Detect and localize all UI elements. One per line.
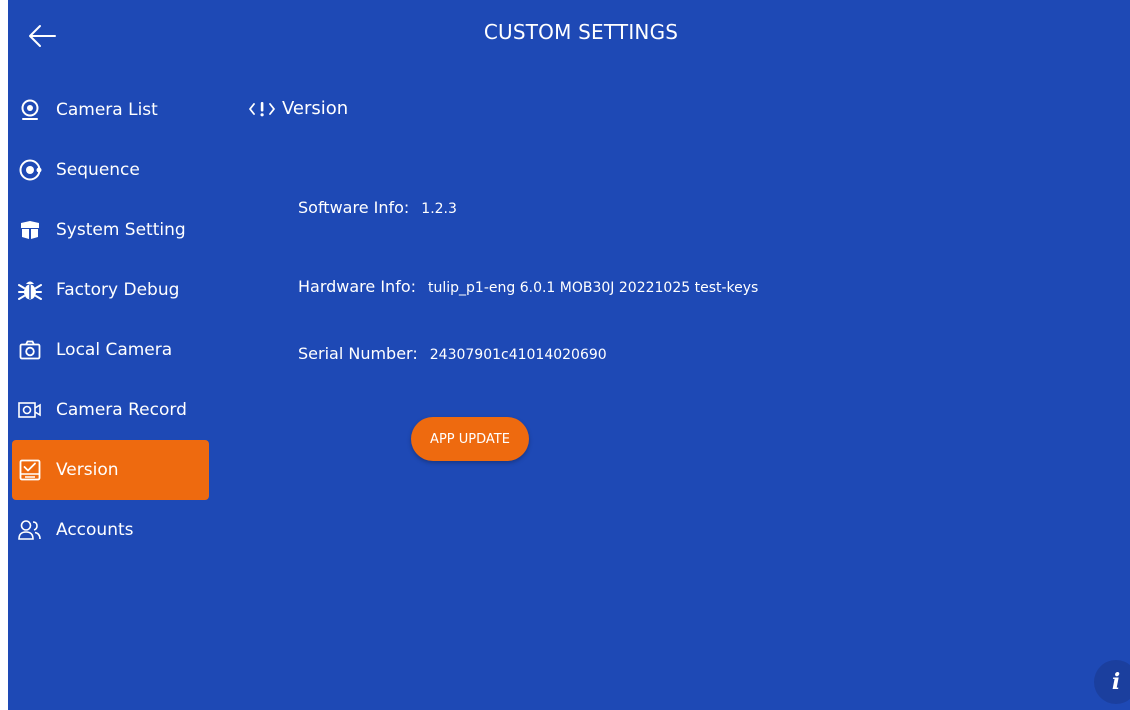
webcam-icon [18,98,42,122]
camera-icon [18,338,42,362]
sidebar-item-label: Camera Record [56,400,187,420]
sidebar-item-label: Accounts [56,520,134,540]
bug-icon [18,278,42,302]
sidebar-item-label: Local Camera [56,340,173,360]
software-info-label: Software Info: [298,198,410,217]
serial-number-row: Serial Number: 24307901c41014020690 [298,344,607,363]
software-info-value: 1.2.3 [421,201,457,217]
settings-screen: CUSTOM SETTINGS Camera List Sequence Sys… [8,0,1130,710]
sidebar-item-label: System Setting [56,220,186,240]
software-info-row: Software Info: 1.2.3 [298,198,457,217]
code-warning-icon [248,101,276,117]
sidebar-item-label: Sequence [56,160,140,180]
sidebar-item-camera-list[interactable]: Camera List [12,80,209,140]
app-update-button[interactable]: APP UPDATE [411,417,529,461]
info-button[interactable]: i [1094,660,1130,704]
checked-screen-icon [18,458,42,482]
serial-number-label: Serial Number: [298,344,418,363]
sidebar-item-sequence[interactable]: Sequence [12,140,209,200]
sidebar-item-factory-debug[interactable]: Factory Debug [12,260,209,320]
section-title: Version [248,98,348,119]
section-title-text: Version [282,98,349,119]
video-camera-icon [18,398,42,422]
users-icon [18,518,42,542]
sidebar-item-local-camera[interactable]: Local Camera [12,320,209,380]
hardware-info-value: tulip_p1-eng 6.0.1 MOB30J 20221025 test-… [428,280,759,296]
sequence-icon [18,158,42,182]
page-title: CUSTOM SETTINGS [483,20,679,44]
sidebar-item-label: Version [56,460,119,480]
sidebar-item-accounts[interactable]: Accounts [12,500,209,560]
sidebar-item-version[interactable]: Version [12,440,209,500]
sidebar-item-system-setting[interactable]: System Setting [12,200,209,260]
hardware-info-row: Hardware Info: tulip_p1-eng 6.0.1 MOB30J… [298,277,758,296]
sidebar-item-label: Camera List [56,100,158,120]
serial-number-value: 24307901c41014020690 [429,347,607,363]
sidebar-item-camera-record[interactable]: Camera Record [12,380,209,440]
hardware-info-label: Hardware Info: [298,277,417,296]
box-icon [18,218,42,242]
sidebar: Camera List Sequence System Setting Fact… [12,80,209,560]
sidebar-item-label: Factory Debug [56,280,180,300]
